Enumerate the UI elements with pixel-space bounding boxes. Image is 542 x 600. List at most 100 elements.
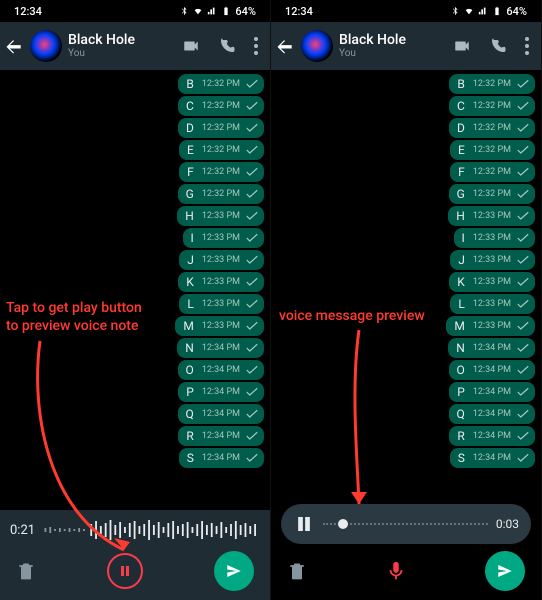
message-bubble[interactable]: K12:33 PM [178, 272, 264, 292]
preview-thumb[interactable] [338, 519, 348, 529]
message-bubble[interactable]: L12:33 PM [450, 294, 535, 314]
message-bubble[interactable]: E12:32 PM [179, 140, 264, 160]
clock: 12:34 [285, 5, 313, 18]
message-bubble[interactable]: P12:34 PM [449, 382, 535, 402]
message-text: E [187, 143, 194, 157]
message-bubble[interactable]: E12:32 PM [450, 140, 535, 160]
check-icon [517, 233, 529, 243]
message-time: 12:32 PM [202, 79, 240, 89]
message-text: M [454, 319, 464, 333]
message-bubble[interactable]: D12:32 PM [178, 118, 264, 138]
message-bubble[interactable]: M12:33 PM [175, 316, 264, 336]
check-icon [246, 387, 258, 397]
preview-pause-button[interactable] [293, 517, 315, 531]
check-icon [246, 409, 258, 419]
message-time: 12:34 PM [473, 409, 511, 419]
message-bubble[interactable]: R12:34 PM [178, 426, 264, 446]
message-bubble[interactable]: G12:32 PM [449, 184, 535, 204]
message-text: H [456, 209, 465, 223]
message-bubble[interactable]: L12:33 PM [179, 294, 264, 314]
message-bubble[interactable]: O12:34 PM [178, 360, 264, 380]
more-icon[interactable] [525, 37, 529, 55]
send-button[interactable] [485, 551, 525, 591]
message-bubble[interactable]: O12:34 PM [449, 360, 535, 380]
message-text: M [183, 319, 193, 333]
message-time: 12:32 PM [473, 79, 511, 89]
message-bubble[interactable]: I12:33 PM [183, 228, 264, 248]
trash-icon[interactable] [287, 561, 307, 581]
message-bubble[interactable]: Q12:34 PM [449, 404, 535, 424]
chat-title[interactable]: Black Hole You [339, 33, 447, 59]
preview-track[interactable] [323, 515, 488, 533]
back-icon[interactable] [275, 36, 295, 56]
check-icon [517, 387, 529, 397]
wifi-icon [193, 6, 203, 16]
message-list[interactable]: B12:32 PMC12:32 PMD12:32 PME12:32 PMF12:… [0, 70, 270, 510]
recording-bar: 0:21 [0, 510, 270, 548]
avatar[interactable] [30, 30, 62, 62]
message-time: 12:32 PM [473, 189, 511, 199]
status-icons: 64% [179, 5, 256, 18]
message-bubble[interactable]: F12:32 PM [450, 162, 535, 182]
back-icon[interactable] [4, 36, 24, 56]
message-bubble[interactable]: C12:32 PM [178, 96, 264, 116]
message-bubble[interactable]: J12:33 PM [450, 250, 535, 270]
message-bubble[interactable]: H12:33 PM [177, 206, 264, 226]
check-icon [246, 189, 258, 199]
message-bubble[interactable]: B12:32 PM [178, 74, 264, 94]
check-icon [246, 123, 258, 133]
message-bubble[interactable]: S 12:34 PM [179, 448, 264, 468]
message-text: N [456, 341, 465, 355]
trash-icon[interactable] [16, 561, 36, 581]
message-bubble[interactable]: K12:33 PM [449, 272, 535, 292]
message-bubble[interactable]: N12:34 PM [448, 338, 535, 358]
bluetooth-icon [179, 6, 189, 16]
message-bubble[interactable]: N12:34 PM [177, 338, 264, 358]
message-time: 12:32 PM [202, 167, 240, 177]
video-call-icon[interactable] [453, 37, 471, 55]
message-time: 12:34 PM [202, 409, 240, 419]
message-time: 12:34 PM [202, 453, 240, 463]
message-bubble[interactable]: R12:34 PM [449, 426, 535, 446]
message-text: S [458, 451, 465, 465]
message-bubble[interactable]: M12:33 PM [446, 316, 535, 336]
message-bubble[interactable]: J12:33 PM [179, 250, 264, 270]
more-icon[interactable] [254, 37, 258, 55]
message-time: 12:33 PM [202, 277, 240, 287]
message-bubble[interactable]: D12:32 PM [449, 118, 535, 138]
message-bubble[interactable]: C12:32 PM [449, 96, 535, 116]
message-time: 12:34 PM [202, 343, 240, 353]
call-icon[interactable] [489, 37, 507, 55]
message-time: 12:33 PM [202, 299, 240, 309]
message-bubble[interactable]: G12:32 PM [178, 184, 264, 204]
chat-title[interactable]: Black Hole You [68, 33, 176, 59]
bluetooth-icon [450, 6, 460, 16]
check-icon [246, 145, 258, 155]
message-time: 12:32 PM [202, 123, 240, 133]
message-time: 12:33 PM [202, 211, 240, 221]
recording-timer: 0:21 [10, 523, 35, 538]
pause-button[interactable] [107, 553, 143, 589]
video-call-icon[interactable] [182, 37, 200, 55]
check-icon [517, 277, 529, 287]
message-bubble[interactable]: H12:33 PM [448, 206, 535, 226]
mic-icon[interactable] [385, 560, 407, 582]
message-list[interactable]: B12:32 PMC12:32 PMD12:32 PME12:32 PMF12:… [271, 70, 541, 496]
send-button[interactable] [214, 551, 254, 591]
check-icon [517, 255, 529, 265]
message-bubble[interactable]: S12:34 PM [450, 448, 535, 468]
status-bar: 12:34 64% [0, 0, 270, 22]
message-bubble[interactable]: P12:34 PM [178, 382, 264, 402]
message-bubble[interactable]: F12:32 PM [179, 162, 264, 182]
check-icon [246, 167, 258, 177]
message-bubble[interactable]: B12:32 PM [449, 74, 535, 94]
message-bubble[interactable]: I12:33 PM [454, 228, 535, 248]
call-icon[interactable] [218, 37, 236, 55]
waveform[interactable] [43, 518, 260, 542]
message-bubble[interactable]: Q 12:34 PM [178, 404, 264, 424]
message-text: Q [186, 407, 194, 421]
check-icon [246, 101, 258, 111]
avatar[interactable] [301, 30, 333, 62]
check-icon [246, 255, 258, 265]
message-text: S [187, 451, 194, 465]
